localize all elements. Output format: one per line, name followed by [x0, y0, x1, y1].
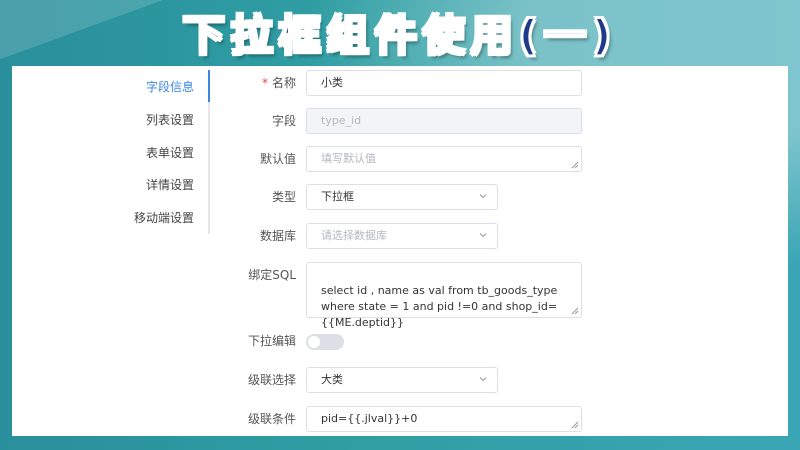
dropdown-edit-label: 下拉编辑	[247, 334, 296, 348]
field-label: 字段	[271, 114, 296, 128]
type-label: 类型	[271, 190, 296, 204]
database-label: 数据库	[259, 229, 296, 243]
required-mark: *	[261, 76, 268, 90]
banner: 下拉框组件使用(一)	[0, 6, 800, 66]
resize-grip-icon[interactable]	[571, 161, 579, 169]
resize-grip-icon[interactable]	[571, 307, 579, 315]
default-label: 默认值	[259, 152, 296, 166]
sidebar-item-mobile-settings[interactable]: 移动端设置	[12, 206, 212, 230]
sidebar: 字段信息 列表设置 表单设置 详情设置 移动端设置	[12, 66, 212, 236]
cascade-condition-label: 级联条件	[247, 412, 296, 426]
resize-grip-icon[interactable]	[571, 421, 579, 429]
cascade-condition-textarea[interactable]: pid={{.jlval}}+0	[306, 406, 582, 432]
cascade-select[interactable]: 大类	[306, 367, 498, 393]
name-input[interactable]: 小类	[306, 70, 582, 96]
sidebar-item-detail-settings[interactable]: 详情设置	[12, 173, 212, 197]
toggle-knob	[308, 336, 320, 348]
field-input: type_id	[306, 108, 582, 134]
sidebar-item-field-info[interactable]: 字段信息	[12, 75, 212, 99]
type-select[interactable]: 下拉框	[306, 184, 498, 210]
chevron-down-icon	[479, 377, 487, 382]
chevron-down-icon	[479, 194, 487, 199]
dropdown-edit-toggle[interactable]	[306, 334, 344, 350]
database-select[interactable]: 请选择数据库	[306, 223, 498, 249]
bind-sql-label: 绑定SQL	[248, 268, 296, 282]
banner-title: 下拉框组件使用(一)	[182, 10, 618, 61]
cascade-select-label: 级联选择	[247, 373, 296, 387]
name-label: * 名称	[261, 76, 296, 90]
bind-sql-textarea[interactable]: select id , name as val from tb_goods_ty…	[306, 262, 582, 329]
chevron-down-icon	[479, 233, 487, 238]
sidebar-item-list-settings[interactable]: 列表设置	[12, 108, 212, 132]
sidebar-item-form-settings[interactable]: 表单设置	[12, 141, 212, 165]
default-textarea[interactable]: 填写默认值	[306, 146, 582, 172]
settings-panel: 字段信息 列表设置 表单设置 详情设置 移动端设置 * 名称 小类 字段 type…	[12, 66, 788, 436]
